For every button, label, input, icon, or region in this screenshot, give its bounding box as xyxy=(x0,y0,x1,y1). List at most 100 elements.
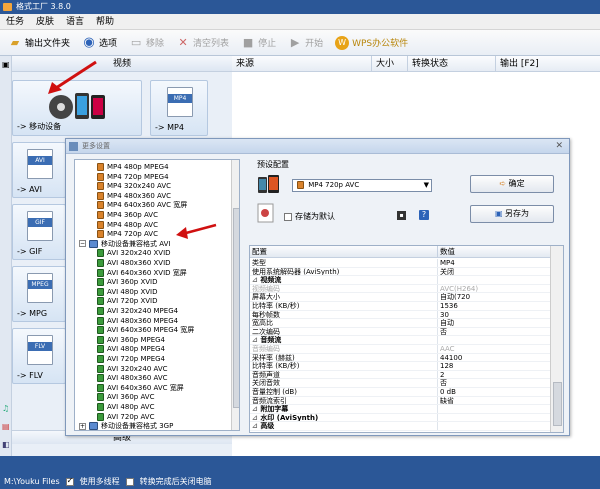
start-button[interactable]: ▶ 开始 xyxy=(284,32,327,54)
property-section[interactable]: ⊿ 视频流 xyxy=(250,276,550,285)
tree-item[interactable]: MP4 480x360 AVC xyxy=(97,191,171,201)
dos-icon[interactable]: ▪ xyxy=(397,211,406,220)
property-section[interactable]: ⊿ 水印 (AviSynth) xyxy=(250,413,550,423)
property-row[interactable]: 类型 MP4 xyxy=(250,259,550,268)
tree-item[interactable]: MP4 720p AVC xyxy=(97,229,158,239)
property-key: 屏幕大小 xyxy=(252,293,280,301)
property-row[interactable]: 每秒帧数 30 xyxy=(250,310,550,320)
tree-item[interactable]: MP4 480p AVC xyxy=(97,220,158,230)
flv-icon: FLV xyxy=(27,335,53,365)
tree-item[interactable]: AVI 480p AVC xyxy=(97,402,154,412)
property-row[interactable]: 音频声道 2 xyxy=(250,370,550,380)
tree-item[interactable]: AVI 720p AVC xyxy=(97,412,154,422)
property-value: 自动 xyxy=(440,319,454,327)
help-icon[interactable]: ? xyxy=(419,210,429,220)
tree-item[interactable]: MP4 640x360 AVC 宽屏 xyxy=(97,200,187,210)
preset-dropdown[interactable]: MP4 720p AVC ▼ xyxy=(292,179,432,192)
tree-item[interactable]: AVI 360p XVID xyxy=(97,277,158,287)
output-folder-button[interactable]: ▰ 输出文件夹 xyxy=(4,32,74,54)
mp4-file-icon xyxy=(97,201,104,210)
property-row[interactable]: 二次编码 否 xyxy=(250,327,550,337)
remove-button[interactable]: ▭ 移除 xyxy=(125,32,168,54)
avi-file-icon xyxy=(97,297,104,306)
collapse-icon[interactable]: − xyxy=(79,240,86,248)
avi-file-icon xyxy=(97,355,104,363)
col-source[interactable]: 来源 xyxy=(232,56,372,71)
tile-flv[interactable]: FLV -> FLV xyxy=(12,328,66,384)
tree-item[interactable]: AVI 720p XVID xyxy=(97,296,158,306)
tree-item[interactable]: MP4 320x240 AVC xyxy=(97,181,171,191)
menu-task[interactable]: 任务 xyxy=(6,14,24,29)
tree-item[interactable]: AVI 320x240 MPEG4 xyxy=(97,306,178,316)
tree-item[interactable]: AVI 480x360 AVC xyxy=(97,373,168,383)
menu-language[interactable]: 语言 xyxy=(66,14,84,29)
tree-item-label: AVI 480p MPEG4 xyxy=(107,345,166,354)
tree-item[interactable]: AVI 640x360 MPEG4 宽屏 xyxy=(97,325,194,335)
property-row[interactable]: 音频编码 AAC xyxy=(250,345,550,354)
menu-skin[interactable]: 皮肤 xyxy=(36,14,54,29)
menu-help[interactable]: 帮助 xyxy=(96,14,114,29)
tile-mobile-device[interactable]: -> 移动设备 xyxy=(12,80,142,136)
tree-group[interactable]: − 移动设备兼容格式 AVI xyxy=(79,239,170,249)
property-row[interactable]: 比特率 (KB/秒) 128 xyxy=(250,362,550,371)
tree-item-label: AVI 360p XVID xyxy=(107,278,158,287)
ok-button[interactable]: ➪ 确定 xyxy=(470,175,554,193)
properties-scrollbar[interactable] xyxy=(550,246,563,432)
stop-button[interactable]: ■ 停止 xyxy=(237,32,280,54)
property-row[interactable]: 视频编码 AVC(H264) xyxy=(250,284,550,294)
tree-item-label: AVI 480x360 XVID xyxy=(107,259,171,267)
tree-item[interactable]: AVI 640x360 XVID 宽屏 xyxy=(97,268,187,278)
expand-icon[interactable]: + xyxy=(79,422,86,430)
tree-item[interactable]: MP4 480p MPEG4 xyxy=(97,162,169,172)
tile-avi[interactable]: AVI -> AVI xyxy=(12,142,66,198)
tree-group[interactable]: + 移动设备兼容格式 3GP xyxy=(79,421,173,430)
tile-gif[interactable]: GIF -> GIF xyxy=(12,204,66,260)
multithread-checkbox[interactable]: ✓ xyxy=(65,476,74,486)
property-section[interactable]: ⊿ 高级 xyxy=(250,422,550,431)
image-tab-icon[interactable]: ▤ xyxy=(2,422,11,432)
col-size[interactable]: 大小 xyxy=(372,56,408,71)
tree-scrollbar[interactable] xyxy=(231,160,239,430)
tree-item[interactable]: AVI 480p XVID xyxy=(97,287,158,297)
tree-item[interactable]: AVI 480x360 XVID xyxy=(97,258,171,268)
tree-item[interactable]: AVI 480p MPEG4 xyxy=(97,344,165,354)
audio-tab-icon[interactable]: ♫ xyxy=(2,404,11,414)
tree-item[interactable]: AVI 320x240 AVC xyxy=(97,364,168,374)
tree-item[interactable]: AVI 480x360 MPEG4 xyxy=(97,316,178,326)
tree-item[interactable]: MP4 720p MPEG4 xyxy=(97,172,169,182)
property-row[interactable]: 屏幕大小 自动(720 xyxy=(250,293,550,302)
property-row[interactable]: 采样率 (赫兹) 44100 xyxy=(250,353,550,363)
clear-list-button[interactable]: ✕ 清空列表 xyxy=(172,32,233,54)
set-default-checkbox[interactable] xyxy=(284,212,292,221)
col-status[interactable]: 转换状态 xyxy=(408,56,496,71)
property-row[interactable]: 使用系统解码器 (AviSynth) 关闭 xyxy=(250,267,550,277)
tree-item[interactable]: AVI 320x240 XVID xyxy=(97,248,171,258)
tree-item[interactable]: AVI 640x360 AVC 宽屏 xyxy=(97,383,184,393)
property-row[interactable]: 音频流索引 缺省 xyxy=(250,396,550,406)
options-button[interactable]: ◉ 选项 xyxy=(78,32,121,54)
tree-item[interactable]: MP4 360p AVC xyxy=(97,210,158,220)
tile-mpg[interactable]: MPEG -> MPG xyxy=(12,266,66,322)
property-section[interactable]: ⊿ 附加字幕 xyxy=(250,405,550,414)
tree-item[interactable]: AVI 360p AVC xyxy=(97,392,154,402)
video-section-header[interactable]: 视频 xyxy=(12,56,232,72)
property-row[interactable]: 关闭音效 否 xyxy=(250,379,550,388)
video-tab-icon[interactable]: ▣ xyxy=(2,60,11,70)
property-section[interactable]: ⊿ 音频流 xyxy=(250,336,550,345)
output-path[interactable]: M:\Youku Files xyxy=(4,477,60,486)
property-value: 1536 xyxy=(440,302,458,310)
property-value: 自动(720 xyxy=(440,293,471,301)
property-row[interactable]: 宽高比 自动 xyxy=(250,319,550,328)
tree-item[interactable]: AVI 720p MPEG4 xyxy=(97,354,165,364)
wps-button[interactable]: W WPS办公软件 xyxy=(331,32,412,54)
save-as-button[interactable]: ▣ 另存为 xyxy=(470,205,554,223)
property-key: 类型 xyxy=(252,259,266,267)
close-icon[interactable]: ✕ xyxy=(555,139,563,154)
property-row[interactable]: 音量控制 (dB) 0 dB xyxy=(250,388,550,397)
col-output[interactable]: 输出 [F2] xyxy=(496,56,600,71)
property-row[interactable]: 比特率 (KB/秒) 1536 xyxy=(250,302,550,311)
tile-mp4[interactable]: MP4 -> MP4 xyxy=(150,80,208,136)
rom-tab-icon[interactable]: ◧ xyxy=(2,440,11,450)
shutdown-checkbox[interactable] xyxy=(125,477,134,486)
tree-item[interactable]: AVI 360p MPEG4 xyxy=(97,335,165,345)
